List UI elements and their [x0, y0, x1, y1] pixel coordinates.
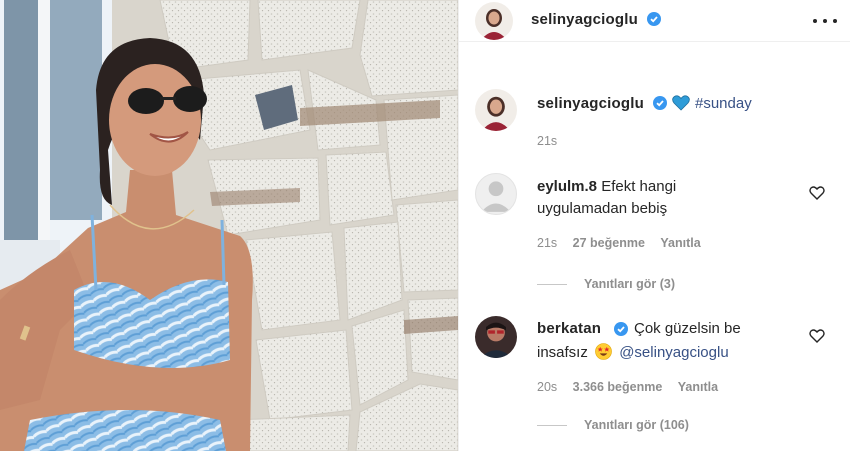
comment-body-line1: Efekt hangi: [601, 178, 677, 195]
comment-likes[interactable]: 3.366 beğenme: [573, 380, 663, 394]
comment-text: eylulm.8 Efekt hangi: [537, 176, 676, 198]
comment-meta: 21s 27 beğenme Yanıtla: [537, 236, 701, 250]
more-options-icon[interactable]: [813, 11, 837, 31]
verified-badge-icon: [653, 96, 667, 110]
comment-likes[interactable]: 27 beğenme: [573, 236, 645, 250]
comment-body-word: insafsız: [537, 344, 588, 361]
caption-time: 21s: [537, 134, 558, 148]
author-avatar[interactable]: [475, 2, 513, 40]
comment-avatar-default[interactable]: [475, 173, 517, 215]
comment-username[interactable]: eylulm.8: [537, 178, 597, 195]
caption-username[interactable]: selinyagcioglu: [537, 95, 644, 112]
post-side-panel: selinyagcioglu selinyagcioglu #sunday 21…: [458, 0, 850, 451]
comment-body-line1: Çok güzelsin be: [634, 320, 741, 337]
replies-divider: [537, 284, 567, 285]
star-struck-emoji-icon: [595, 343, 612, 360]
view-replies-button[interactable]: Yanıtları gör (106): [584, 418, 689, 432]
like-heart-icon[interactable]: [809, 328, 825, 344]
stone-wall-photo: [0, 0, 458, 451]
post-photo: [0, 0, 458, 451]
comment-meta: 20s 3.366 beğenme Yanıtla: [537, 380, 718, 394]
comment-body-line2: uygulamadan bebiş: [537, 200, 668, 217]
comment-time: 21s: [537, 236, 558, 250]
comment-mention[interactable]: @selinyagcioglu: [619, 344, 728, 361]
author-username[interactable]: selinyagcioglu: [531, 11, 638, 28]
caption-avatar[interactable]: [475, 89, 517, 131]
like-heart-icon[interactable]: [809, 185, 825, 201]
replies-divider: [537, 425, 567, 426]
comment-body-line2: insafsız @selinyagcioglu: [537, 342, 729, 364]
caption-hashtag[interactable]: #sunday: [695, 93, 752, 115]
reply-button[interactable]: Yanıtla: [660, 236, 700, 250]
comment-time: 20s: [537, 380, 558, 394]
view-replies-button[interactable]: Yanıtları gör (3): [584, 277, 675, 291]
post-header: selinyagcioglu: [459, 0, 850, 42]
verified-badge-icon: [614, 322, 628, 336]
blue-heart-icon: [672, 95, 690, 111]
verified-badge-icon: [647, 12, 661, 26]
reply-button[interactable]: Yanıtla: [678, 380, 718, 394]
comment-avatar-berkatan[interactable]: [475, 316, 517, 358]
comment-username[interactable]: berkatan: [537, 320, 601, 337]
